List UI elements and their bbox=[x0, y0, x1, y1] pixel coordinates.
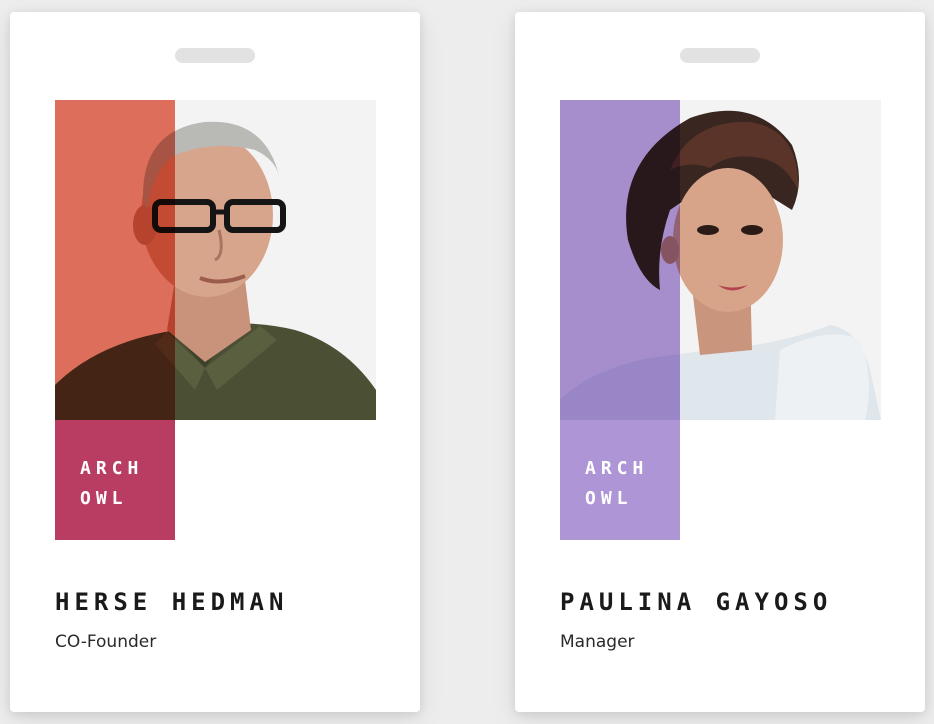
lanyard-slot bbox=[175, 48, 255, 63]
person-name: HERSE HEDMAN bbox=[55, 588, 289, 616]
id-card-paulina-gayoso: ARCH OWL PAULINA GAYOSO Manager bbox=[515, 12, 925, 712]
brand-logo-text: ARCH OWL bbox=[80, 454, 180, 514]
person-role: Manager bbox=[560, 632, 635, 652]
lanyard-slot bbox=[680, 48, 760, 63]
person-role: CO-Founder bbox=[55, 632, 157, 652]
brand-line-1: ARCH bbox=[585, 458, 649, 479]
brand-bar-top bbox=[55, 100, 175, 420]
brand-logo-text: ARCH OWL bbox=[585, 454, 685, 514]
brand-line-1: ARCH bbox=[80, 458, 144, 479]
id-card-herse-hedman: ARCH OWL HERSE HEDMAN CO-Founder bbox=[10, 12, 420, 712]
brand-line-2: OWL bbox=[80, 488, 128, 509]
person-name: PAULINA GAYOSO bbox=[560, 588, 833, 616]
brand-line-2: OWL bbox=[585, 488, 633, 509]
